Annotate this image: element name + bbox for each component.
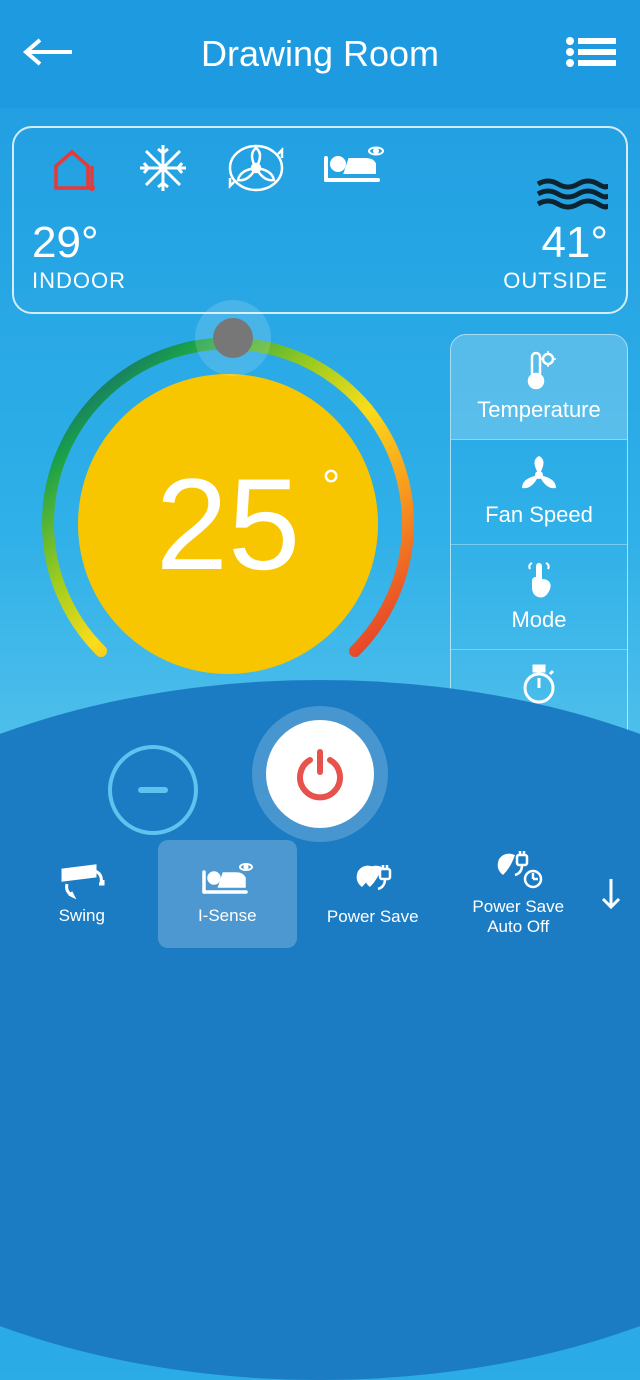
list-menu-icon: [564, 36, 618, 68]
outside-temp: 41°: [503, 218, 608, 268]
sleep-mode-icon: [322, 146, 386, 195]
bottom-bar: Swing I-Sense Power Save Power Save Auto…: [0, 830, 640, 960]
isense-icon: [200, 862, 254, 900]
side-item-temperature[interactable]: Temperature: [451, 335, 627, 440]
dial-face: 25 °: [78, 374, 378, 674]
powersave-autooff-icon: [493, 851, 543, 891]
bottom-item-powersave[interactable]: Power Save: [303, 840, 443, 948]
fan-icon: [518, 454, 560, 496]
touch-icon: [518, 559, 560, 601]
bottom-item-label: Power Save Auto Off: [472, 897, 564, 936]
side-item-label: Temperature: [459, 397, 619, 423]
back-button[interactable]: [22, 38, 76, 71]
bottom-item-label: Swing: [59, 906, 105, 926]
outside-label: OUTSIDE: [503, 268, 608, 294]
swing-icon: [59, 862, 105, 900]
side-item-mode[interactable]: Mode: [451, 545, 627, 650]
powersave-icon: [350, 861, 396, 901]
indoor-label: INDOOR: [32, 268, 126, 294]
bottom-item-label: I-Sense: [198, 906, 257, 926]
mode-icon-strip: [48, 140, 386, 201]
side-item-label: Fan Speed: [459, 502, 619, 528]
power-button[interactable]: [266, 720, 374, 828]
fan-mode-icon: [226, 140, 286, 201]
bottom-more-button[interactable]: [594, 840, 628, 948]
waves-icon: [503, 178, 608, 210]
menu-button[interactable]: [564, 36, 618, 73]
bottom-item-swing[interactable]: Swing: [12, 840, 152, 948]
set-temperature-value: 25: [156, 451, 301, 597]
thermometer-icon: [518, 349, 560, 391]
heat-mode-icon: [48, 144, 100, 197]
back-arrow-icon: [22, 38, 76, 66]
page-title: Drawing Room: [201, 33, 439, 75]
bottom-item-label: Power Save: [327, 907, 419, 927]
degree-symbol: °: [322, 459, 340, 513]
cool-mode-icon: [136, 141, 190, 200]
bottom-item-isense[interactable]: I-Sense: [158, 840, 298, 948]
power-icon: [292, 746, 348, 802]
bottom-item-powersave-autooff[interactable]: Power Save Auto Off: [449, 840, 589, 948]
minus-icon: [131, 768, 175, 812]
arrow-down-icon: [600, 877, 622, 911]
decrease-button[interactable]: [108, 745, 198, 835]
header: Drawing Room: [0, 0, 640, 108]
temperature-dial[interactable]: 25 °: [38, 334, 418, 714]
climate-info-card: 29° INDOOR 41° OUTSIDE: [12, 126, 628, 314]
side-item-label: Mode: [459, 607, 619, 633]
dial-knob[interactable]: [213, 318, 253, 358]
side-item-fanspeed[interactable]: Fan Speed: [451, 440, 627, 545]
set-temperature: 25 °: [156, 449, 301, 599]
indoor-temp: 29°: [32, 218, 126, 268]
stopwatch-icon: [518, 664, 560, 706]
outside-block: 41° OUTSIDE: [503, 178, 608, 294]
